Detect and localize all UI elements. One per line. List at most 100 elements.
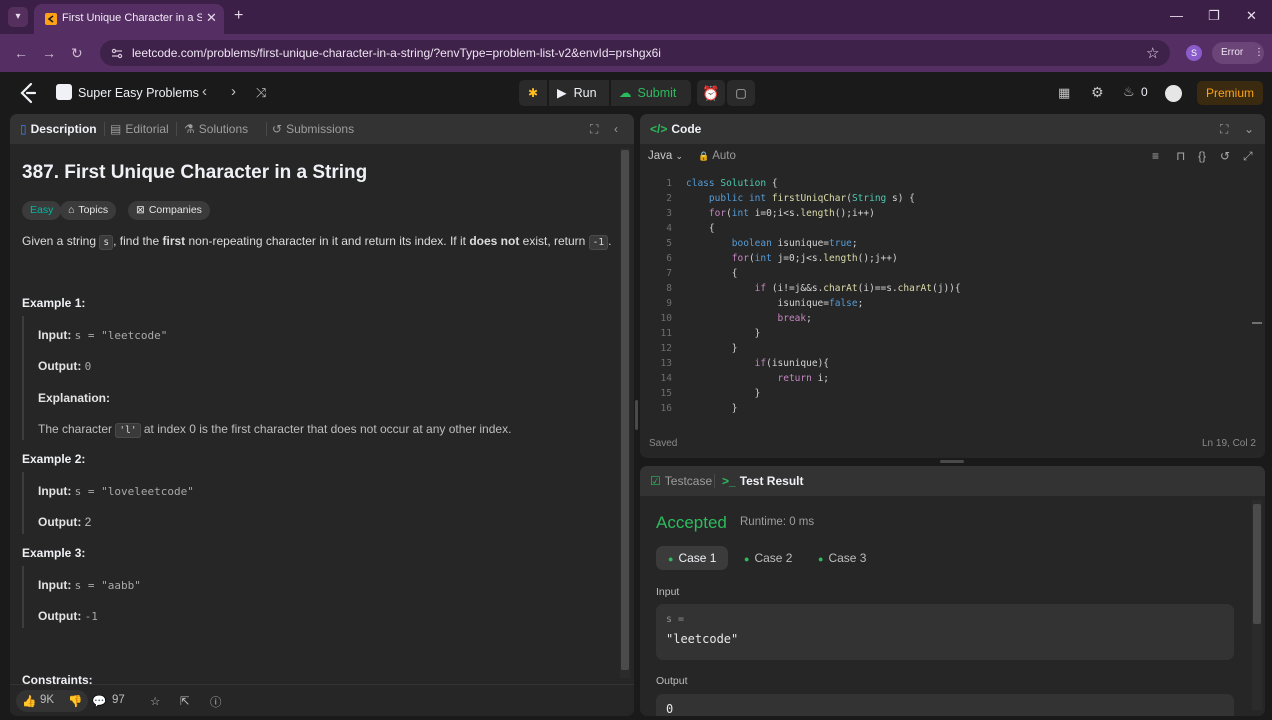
code-line[interactable]: 16 } (640, 401, 1250, 416)
reset-icon[interactable]: ↺ (1220, 149, 1230, 163)
tab-search-dropdown-icon[interactable]: ▾ (8, 7, 28, 27)
comment-icon[interactable]: 💬 (92, 694, 106, 708)
run-button[interactable]: ▶ Run (549, 80, 609, 106)
vertical-split-handle[interactable] (635, 400, 638, 430)
expand-icon[interactable]: ⤢ (1243, 149, 1253, 164)
code-line[interactable]: 9 isunique=false; (640, 296, 1250, 311)
code-panel-header: </> Code ⛶ ⌄ (640, 114, 1265, 144)
code-line[interactable]: 15 } (640, 386, 1250, 401)
shuffle-icon[interactable]: ⤨ (256, 85, 266, 101)
debug-button[interactable]: ✱ (519, 80, 547, 106)
comment-count: 97 (112, 694, 125, 706)
problem-list-title[interactable]: Super Easy Problems (78, 86, 199, 100)
layout-grid-icon[interactable]: ▦ (1058, 85, 1070, 101)
format-icon[interactable]: ≡ (1152, 149, 1159, 163)
collapse-code-icon[interactable]: ⌄ (1244, 122, 1254, 136)
error-button[interactable]: Error ⋮ (1212, 42, 1264, 64)
url-field[interactable]: leetcode.com/problems/first-unique-chara… (100, 40, 1170, 66)
favorite-star-icon[interactable]: ☆ (150, 694, 160, 708)
scrollbar-thumb[interactable] (1253, 504, 1261, 624)
back-icon[interactable]: ← (14, 45, 28, 61)
code-line[interactable]: 8 if (i!=j&&s.charAt(i)==s.charAt(j)){ (640, 281, 1250, 296)
profile-avatar[interactable]: S (1186, 45, 1202, 61)
code-line[interactable]: 4 { (640, 221, 1250, 236)
url-text: leetcode.com/problems/first-unique-chara… (132, 46, 661, 60)
code-line[interactable]: 1 class Solution { (640, 176, 1250, 191)
window-close-icon[interactable]: ✕ (1246, 8, 1257, 24)
auto-mode-toggle[interactable]: 🔒 Auto (698, 150, 736, 162)
code-line[interactable]: 6 for(int j=0;j<s.length();j++) (640, 251, 1250, 266)
code-line[interactable]: 7 { (640, 266, 1250, 281)
tab-solutions[interactable]: ⚗ Solutions (184, 122, 248, 136)
share-icon[interactable]: ⇱ (180, 694, 190, 708)
language-select[interactable]: Java ⌄ (648, 150, 683, 162)
tab-editorial[interactable]: ▤ Editorial (110, 122, 169, 136)
bookmark-icon[interactable]: ⊓ (1176, 149, 1185, 163)
streak-fire-icon[interactable]: ♨ (1123, 84, 1135, 100)
code-text: } (686, 343, 738, 354)
user-avatar[interactable] (1165, 85, 1182, 102)
lock-icon: ⊠ (136, 204, 145, 216)
prev-problem-icon[interactable]: ‹ (202, 83, 207, 100)
result-scrollbar[interactable] (1252, 500, 1262, 710)
problem-list-icon[interactable] (56, 84, 72, 100)
close-tab-icon[interactable]: ✕ (206, 10, 217, 26)
topics-button[interactable]: ⌂ Topics (60, 201, 117, 220)
line-number: 16 (660, 403, 672, 414)
code-line[interactable]: 3 for(int i=0;i<s.length();i++) (640, 206, 1250, 221)
maximize-icon[interactable]: ❐ (1208, 8, 1220, 24)
forward-icon[interactable]: → (42, 45, 56, 61)
leetcode-logo-icon[interactable] (18, 82, 38, 104)
tab-code[interactable]: </> Code (650, 122, 701, 136)
thumbs-up-icon[interactable]: 👍 (22, 694, 36, 708)
minimize-icon[interactable]: — (1170, 8, 1183, 23)
new-tab-icon[interactable]: + (234, 7, 243, 25)
code-editor[interactable]: 1 class Solution {2 public int firstUniqC… (640, 176, 1250, 424)
code-line[interactable]: 11 } (640, 326, 1250, 341)
notes-button[interactable]: ▢ (727, 80, 755, 106)
fullscreen-icon[interactable]: ⛶ (590, 122, 598, 137)
premium-button[interactable]: Premium (1197, 81, 1263, 105)
description-panel: ▯ Description ▤ Editorial ⚗ Solutions ↺ Subm… (10, 114, 634, 716)
code-line[interactable]: 13 if(isunique){ (640, 356, 1250, 371)
flask-icon: ⚗ (184, 122, 195, 136)
constraints-title: Constraints: (22, 673, 93, 684)
description-scrollbar[interactable] (620, 148, 630, 678)
horizontal-split-handle[interactable] (940, 460, 964, 463)
code-line[interactable]: 2 public int firstUniqChar(String s) { (640, 191, 1250, 206)
case-1-tab[interactable]: ● Case 1 (656, 546, 729, 570)
reload-icon[interactable]: ↻ (71, 45, 83, 62)
timer-button[interactable]: ⏰ (697, 80, 725, 106)
tab-submissions[interactable]: ↺ Submissions (272, 122, 354, 136)
tab-test-result[interactable]: >_ Test Result (722, 474, 803, 488)
site-info-icon[interactable] (110, 46, 124, 60)
help-icon[interactable]: ⓘ (210, 694, 222, 710)
submit-button[interactable]: ☁ Submit (611, 80, 691, 106)
browser-tab-active[interactable]: First Unique Character in a Str ✕ (34, 4, 224, 34)
settings-gear-icon[interactable]: ⚙ (1091, 84, 1104, 101)
example-2-block: Input: s = "loveleetcode" Output: 2 (22, 472, 612, 534)
case-2-tab[interactable]: ● Case 2 (732, 546, 804, 570)
fullscreen-code-icon[interactable]: ⛶ (1220, 122, 1228, 137)
code-line[interactable]: 5 boolean isunique=true; (640, 236, 1250, 251)
editor-scroll-marker[interactable] (1252, 322, 1262, 324)
code-line[interactable]: 10 break; (640, 311, 1250, 326)
output-label: Output (656, 675, 688, 687)
collapse-panel-icon[interactable]: ‹ (614, 122, 618, 136)
line-number: 4 (666, 223, 672, 234)
input-value-box: s = "leetcode" (656, 604, 1234, 660)
code-brackets-icon: </> (650, 122, 668, 136)
thumbs-down-icon[interactable]: 👎 (68, 694, 82, 708)
code-line[interactable]: 14 return i; (640, 371, 1250, 386)
difficulty-badge[interactable]: Easy (22, 201, 62, 220)
tab-testcase[interactable]: ☑ Testcase (650, 474, 712, 488)
next-problem-icon[interactable]: › (231, 83, 236, 100)
code-line[interactable]: 12 } (640, 341, 1250, 356)
scrollbar-thumb[interactable] (621, 150, 629, 670)
bookmark-star-icon[interactable]: ☆ (1146, 44, 1159, 62)
case-3-tab[interactable]: ● Case 3 (806, 546, 878, 570)
tab-description[interactable]: ▯ Description (20, 122, 97, 136)
line-number: 6 (666, 253, 672, 264)
braces-icon[interactable]: {} (1198, 149, 1206, 163)
companies-button[interactable]: ⊠ Companies (128, 201, 210, 220)
